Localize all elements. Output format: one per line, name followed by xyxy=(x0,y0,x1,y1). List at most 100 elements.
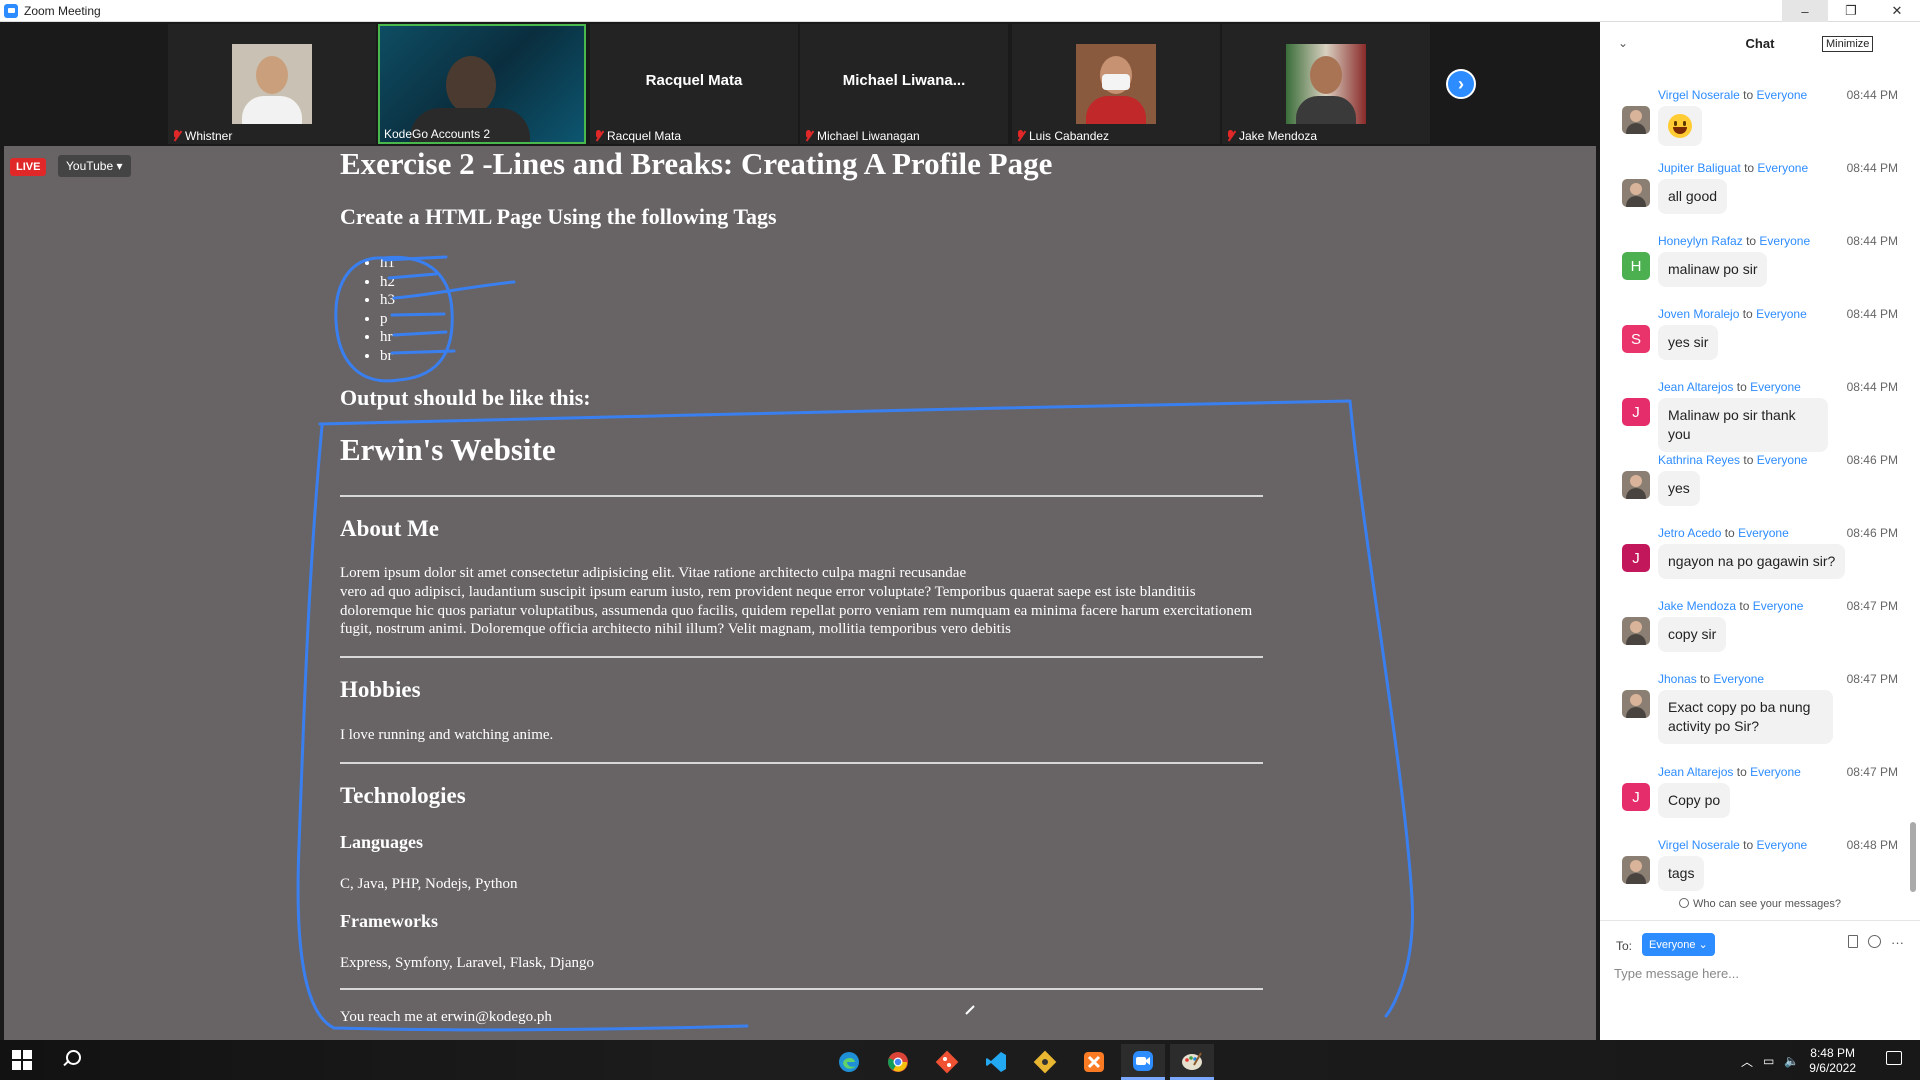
zoom-icon[interactable] xyxy=(1121,1044,1165,1080)
audience[interactable]: Everyone xyxy=(1750,765,1801,779)
message-bubble: Copy po xyxy=(1658,783,1731,818)
divider xyxy=(340,656,1263,658)
technologies-heading: Technologies xyxy=(340,783,466,808)
hobbies-text: I love running and watching anime. xyxy=(340,727,554,743)
recipient-dropdown[interactable]: Everyone ⌄ xyxy=(1642,933,1715,956)
vscode-icon[interactable] xyxy=(974,1044,1018,1080)
chat-message: J Jean Altarejos to Everyone 08:47 PM Cop… xyxy=(1600,765,1910,835)
xampp-icon[interactable] xyxy=(1072,1044,1116,1080)
participant-tile-active-speaker[interactable]: KodeGo Accounts 2 xyxy=(378,24,586,144)
sender-name[interactable]: Jupiter Baliguat xyxy=(1658,161,1741,175)
git-icon[interactable] xyxy=(925,1044,969,1080)
sender-name[interactable]: Jean Altarejos xyxy=(1658,765,1733,779)
audience[interactable]: Everyone xyxy=(1757,88,1808,102)
participant-name: Luis Cabandez xyxy=(1016,129,1109,143)
annotation-stroke xyxy=(392,280,516,300)
message-time: 08:47 PM xyxy=(1846,672,1898,686)
edge-icon[interactable] xyxy=(827,1044,871,1080)
sourcetree-icon[interactable] xyxy=(1023,1044,1067,1080)
volume-icon[interactable]: 🔈 xyxy=(1784,1054,1799,1068)
audience[interactable]: Everyone xyxy=(1757,453,1808,467)
clock[interactable]: 8:48 PM 9/6/2022 xyxy=(1809,1046,1856,1076)
chat-message: Virgel Noserale to Everyone 08:48 PM tags xyxy=(1600,838,1910,896)
avatar: S xyxy=(1622,325,1650,353)
sender-name[interactable]: Joven Moralejo xyxy=(1658,307,1739,321)
message-time: 08:46 PM xyxy=(1846,526,1898,540)
avatar: H xyxy=(1622,252,1650,280)
audience[interactable]: Everyone xyxy=(1757,838,1808,852)
tag-list: h1 h2 h3 p hr br xyxy=(366,254,395,366)
sender-name[interactable]: Honeylyn Rafaz xyxy=(1658,234,1743,248)
file-icon[interactable] xyxy=(1848,935,1858,948)
annotation-stroke xyxy=(387,272,438,280)
contact-text: You reach me at erwin@kodego.ph xyxy=(340,1009,552,1025)
sender-name[interactable]: Virgel Noserale xyxy=(1658,838,1740,852)
youtube-stream-dropdown[interactable]: YouTube ▾ xyxy=(58,155,131,177)
chat-message: Virgel Noserale to Everyone 08:44 PM xyxy=(1600,88,1910,158)
scrollbar-thumb[interactable] xyxy=(1910,822,1916,892)
participant-name: Racquel Mata xyxy=(594,129,681,143)
languages-heading: Languages xyxy=(340,832,424,852)
list-item: h2 xyxy=(380,273,395,292)
muted-mic-icon xyxy=(1226,130,1235,142)
emoji-icon[interactable] xyxy=(1868,935,1881,948)
sender-name[interactable]: Jean Altarejos xyxy=(1658,380,1733,394)
windows-taskbar: ︿ ▭ 🔈 8:48 PM 9/6/2022 xyxy=(0,1040,1920,1080)
shared-screen: LIVE YouTube ▾ Exercise 2 -Lines and Bre… xyxy=(4,146,1596,1040)
sender-name[interactable]: Kathrina Reyes xyxy=(1658,453,1740,467)
window-title: Zoom Meeting xyxy=(24,3,101,18)
message-time: 08:44 PM xyxy=(1846,88,1898,102)
hobbies-heading: Hobbies xyxy=(340,677,421,702)
about-text: vero ad quo adipisci, laudantium suscipi… xyxy=(340,584,1253,638)
audience[interactable]: Everyone xyxy=(1713,672,1764,686)
avatar: J xyxy=(1622,398,1650,426)
sender-name[interactable]: Jetro Acedo xyxy=(1658,526,1721,540)
audience[interactable]: Everyone xyxy=(1759,234,1810,248)
chat-panel: ⌄ Chat Minimize Virgel Noserale to Every… xyxy=(1600,22,1920,1040)
close-button[interactable]: ✕ xyxy=(1874,0,1920,22)
sender-name[interactable]: Jake Mendoza xyxy=(1658,599,1736,613)
participant-tile[interactable]: Michael Liwana... Michael Liwanagan xyxy=(800,24,1008,144)
participant-tile[interactable]: Whistner xyxy=(168,24,376,144)
chevron-up-icon[interactable]: ︿ xyxy=(1741,1053,1753,1070)
message-time: 08:44 PM xyxy=(1846,307,1898,321)
message-time: 08:44 PM xyxy=(1846,380,1898,394)
avatar: J xyxy=(1622,544,1650,572)
windows-start-icon[interactable] xyxy=(12,1050,32,1070)
avatar: J xyxy=(1622,783,1650,811)
sender-name[interactable]: Jhonas xyxy=(1658,672,1697,686)
chat-scrollbar[interactable] xyxy=(1910,72,1916,892)
who-can-see-link[interactable]: Who can see your messages? xyxy=(1600,898,1920,910)
participant-tile[interactable]: Jake Mendoza xyxy=(1222,24,1430,144)
participant-display-name: Michael Liwana... xyxy=(842,72,966,89)
participant-name: Jake Mendoza xyxy=(1226,129,1317,143)
minimize-tooltip: Minimize xyxy=(1822,36,1874,52)
audience[interactable]: Everyone xyxy=(1738,526,1789,540)
paint-icon[interactable] xyxy=(1170,1044,1214,1080)
audience[interactable]: Everyone xyxy=(1757,161,1808,175)
chat-header: ⌄ Chat Minimize xyxy=(1600,22,1920,68)
more-options-icon[interactable]: ··· xyxy=(1891,935,1904,950)
audience[interactable]: Everyone xyxy=(1753,599,1804,613)
message-input[interactable] xyxy=(1614,961,1904,985)
audience[interactable]: Everyone xyxy=(1756,307,1807,321)
minimize-button[interactable]: – xyxy=(1782,0,1828,22)
notification-icon[interactable] xyxy=(1886,1051,1902,1065)
to-label: To: xyxy=(1616,939,1633,953)
sender-name[interactable]: Virgel Noserale xyxy=(1658,88,1740,102)
next-page-arrow-icon[interactable]: › xyxy=(1446,69,1476,99)
message-time: 08:47 PM xyxy=(1846,765,1898,779)
divider xyxy=(340,988,1263,990)
audience[interactable]: Everyone xyxy=(1750,380,1801,394)
network-icon[interactable]: ▭ xyxy=(1763,1054,1774,1068)
participant-tile[interactable]: Racquel Mata Racquel Mata xyxy=(590,24,798,144)
chrome-icon[interactable] xyxy=(876,1044,920,1080)
live-badge: LIVE xyxy=(10,158,47,176)
restore-button[interactable]: ❐ xyxy=(1828,0,1874,22)
participant-tile[interactable]: Luis Cabandez xyxy=(1012,24,1220,144)
chat-message-list[interactable]: Virgel Noserale to Everyone 08:44 PM Jupi… xyxy=(1600,68,1920,896)
message-bubble: yes xyxy=(1658,471,1700,506)
message-bubble: tags xyxy=(1658,856,1705,891)
chat-message: Jupiter Baliguat to Everyone 08:44 PM all… xyxy=(1600,161,1910,231)
search-icon[interactable] xyxy=(62,1050,81,1068)
